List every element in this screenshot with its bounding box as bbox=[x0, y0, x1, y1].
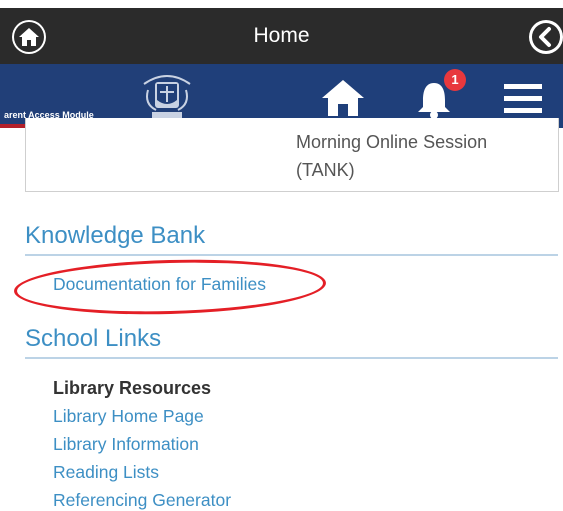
page-title: Home bbox=[253, 24, 310, 47]
app-top-bar: Home bbox=[0, 8, 563, 64]
session-text: Morning Online Session (TANK) bbox=[296, 132, 488, 180]
session-card[interactable]: Morning Online Session (TANK) bbox=[25, 118, 559, 192]
back-circle-icon[interactable] bbox=[529, 20, 563, 54]
section-divider bbox=[25, 357, 558, 359]
home-icon[interactable] bbox=[320, 78, 366, 118]
highlight-circle bbox=[13, 255, 327, 319]
home-glyph-icon bbox=[14, 22, 44, 52]
referencing-generator-link[interactable]: Referencing Generator bbox=[53, 490, 231, 511]
knowledge-bank-heading: Knowledge Bank bbox=[25, 222, 206, 249]
school-crest-logo bbox=[143, 75, 191, 118]
notification-badge: 1 bbox=[444, 69, 466, 91]
chevron-left-icon bbox=[532, 23, 560, 51]
library-home-page-link[interactable]: Library Home Page bbox=[53, 406, 204, 427]
library-information-link[interactable]: Library Information bbox=[53, 434, 199, 455]
reading-lists-link[interactable]: Reading Lists bbox=[53, 462, 159, 483]
school-links-heading: School Links bbox=[25, 325, 162, 352]
home-circle-icon[interactable] bbox=[12, 20, 46, 54]
hamburger-menu-icon[interactable] bbox=[504, 82, 542, 114]
section-divider bbox=[25, 254, 558, 256]
library-resources-heading: Library Resources bbox=[53, 378, 212, 398]
